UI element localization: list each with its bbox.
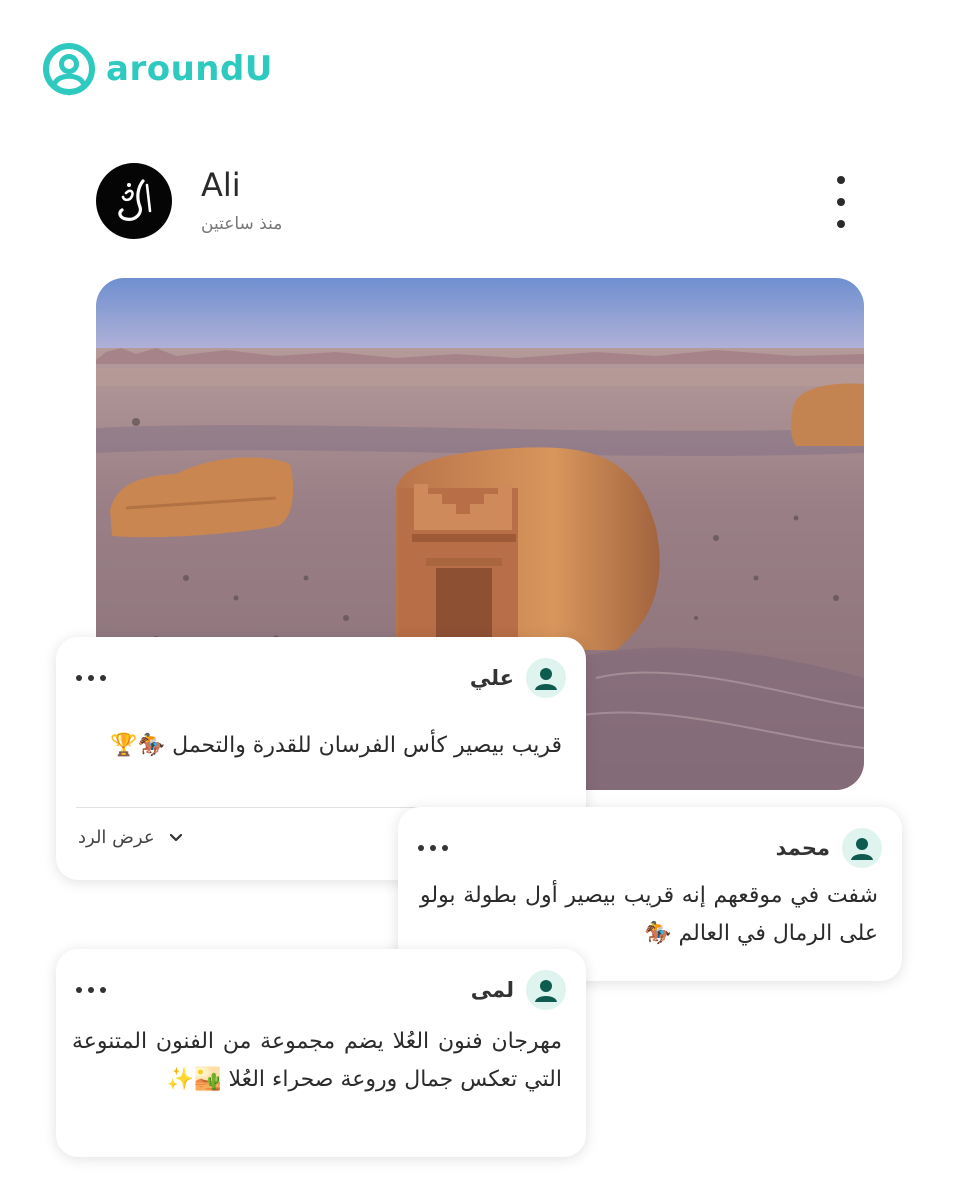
more-horizontal-icon[interactable]: [76, 969, 106, 1011]
user-avatar-icon: [842, 828, 882, 868]
comment-author: علي: [469, 666, 514, 690]
comment-header: محمد: [418, 827, 882, 869]
comment-author: لمى: [470, 978, 514, 1002]
comment-author: محمد: [775, 836, 830, 860]
more-vertical-icon[interactable]: [824, 172, 858, 232]
comment-user[interactable]: علي: [470, 657, 566, 699]
comment-header: لمى: [76, 969, 566, 1011]
more-horizontal-icon[interactable]: [76, 657, 106, 699]
aroundu-logo-icon: [43, 43, 95, 96]
author-name[interactable]: Ali: [201, 166, 241, 204]
more-horizontal-icon[interactable]: [418, 827, 448, 869]
comment-user[interactable]: محمد: [776, 827, 882, 869]
author-avatar[interactable]: [96, 163, 172, 239]
user-avatar-icon: [526, 970, 566, 1010]
view-reply-label: عرض الرد: [78, 827, 155, 848]
brand-name: aroundU: [106, 49, 273, 89]
calligraphy-logo-icon: [118, 179, 152, 221]
user-avatar-icon: [526, 658, 566, 698]
comment-text: شفت في موقعهم إنه قريب بيصير أول بطولة ب…: [420, 883, 878, 946]
comment-text: قريب بيصير كأس الفرسان للقدرة والتحمل 🏇🏆: [110, 733, 562, 758]
view-reply-button[interactable]: عرض الرد: [78, 827, 183, 848]
comment-text: مهرجان فنون العُلا يضم مجموعة من الفنون …: [72, 1029, 562, 1092]
chevron-down-icon: [169, 833, 182, 841]
post-time: منذ ساعتين: [201, 214, 283, 234]
brand: aroundU: [42, 40, 273, 98]
comment-user[interactable]: لمى: [471, 969, 566, 1011]
comment-card: لمى مهرجان فنون العُلا يضم مجموعة من الف…: [56, 949, 586, 1157]
comment-header: علي: [76, 657, 566, 699]
